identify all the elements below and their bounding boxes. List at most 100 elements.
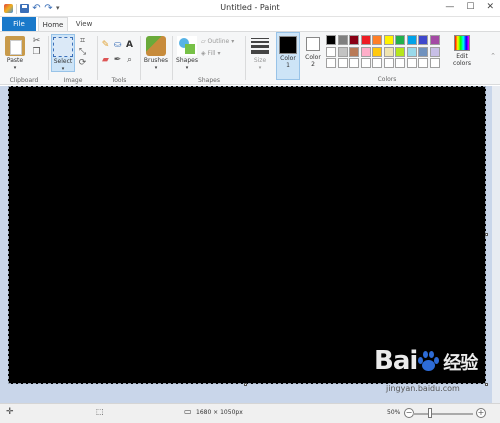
palette-swatch[interactable]	[429, 58, 440, 68]
shapes-group-label: Shapes	[198, 77, 220, 84]
palette-swatch[interactable]	[418, 35, 428, 45]
palette-swatch[interactable]	[418, 58, 428, 68]
color-2-label: Color	[305, 54, 321, 61]
palette-swatch[interactable]	[326, 35, 336, 45]
palette-swatch[interactable]	[395, 35, 405, 45]
palette-swatch[interactable]	[395, 58, 405, 68]
size-button[interactable]: Size ▾	[247, 34, 273, 71]
select-label: Select	[53, 58, 73, 65]
resize-handle-bottom[interactable]	[244, 383, 247, 386]
tab-file[interactable]: File	[2, 17, 36, 31]
workspace: Bai 经验 jingyan.baidu.com	[0, 86, 500, 403]
palette-swatch[interactable]	[383, 58, 394, 68]
image-group-label: Image	[63, 77, 83, 84]
maximize-button[interactable]: ☐	[466, 2, 474, 12]
palette-swatch[interactable]	[360, 58, 371, 68]
paste-label: Paste	[6, 57, 24, 64]
rotate-icon[interactable]: ⟳	[78, 59, 87, 68]
outline-button[interactable]: ▱ Outline ▾	[201, 38, 234, 45]
palette-swatch[interactable]	[429, 46, 440, 57]
outline-label: Outline	[207, 38, 230, 45]
window-controls: — ☐ ✕	[445, 2, 494, 12]
text-tool-icon[interactable]: A	[125, 41, 134, 50]
tab-view[interactable]: View	[70, 17, 98, 31]
shapes-label: Shapes	[176, 57, 198, 64]
color-2-number: 2	[311, 61, 315, 68]
ribbon: Paste ▾ ✂ ❐ Clipboard Select ▾ ⌗ ⤡ ⟳ Ima…	[0, 31, 500, 85]
tools-group-label: Tools	[111, 77, 127, 84]
palette-swatch[interactable]	[383, 46, 394, 57]
palette-swatch[interactable]	[337, 46, 348, 57]
fill-button[interactable]: ◈ Fill ▾	[201, 50, 221, 57]
palette-swatch[interactable]	[349, 46, 359, 57]
shapes-button[interactable]: Shapes ▾	[174, 34, 200, 71]
cursor-position-icon: ✛	[6, 407, 14, 417]
palette-swatch[interactable]	[383, 35, 394, 45]
palette-swatch[interactable]	[372, 58, 382, 68]
palette-swatch[interactable]	[349, 58, 359, 68]
paw-logo-icon	[416, 348, 440, 372]
chevron-down-icon: ▾	[231, 38, 235, 45]
palette-swatch[interactable]	[429, 35, 440, 45]
palette-swatch[interactable]	[406, 46, 417, 57]
image-dimensions: 1680 × 1050px	[196, 409, 243, 416]
pencil-icon[interactable]: ✎	[101, 41, 110, 50]
palette-swatch[interactable]	[337, 58, 348, 68]
title-bar: ↶ ↷ ▾ Untitled - Paint — ☐ ✕	[0, 0, 500, 17]
fill-bucket-icon[interactable]: ⛀	[113, 41, 122, 50]
chevron-down-icon: ▾	[258, 65, 262, 71]
fill-icon: ◈	[201, 50, 206, 57]
zoom-slider-thumb[interactable]	[428, 408, 432, 418]
color-2-button[interactable]: Color 2	[302, 32, 324, 80]
zoom-in-button[interactable]: +	[476, 408, 486, 418]
paste-button[interactable]: Paste ▾	[4, 34, 26, 71]
divider	[140, 36, 141, 80]
divider	[172, 36, 173, 80]
palette-swatch[interactable]	[372, 46, 382, 57]
brushes-button[interactable]: Brushes ▾	[142, 34, 170, 71]
status-bar: ✛ ⬚ ▭ 1680 × 1050px 50% − +	[0, 403, 500, 423]
resize-handle-right[interactable]	[485, 233, 488, 236]
divider	[245, 36, 246, 80]
edit-colors-button[interactable]: Edit colors	[450, 32, 474, 80]
ribbon-tabs: File Home View	[0, 17, 500, 31]
palette-swatch[interactable]	[337, 35, 348, 45]
window-title: Untitled - Paint	[220, 3, 280, 12]
crop-icon[interactable]: ⌗	[78, 37, 87, 46]
divider	[97, 36, 98, 80]
palette-swatch[interactable]	[418, 46, 428, 57]
edit-colors-label-2: colors	[453, 60, 471, 67]
drawing-canvas[interactable]	[8, 86, 488, 386]
palette-swatch[interactable]	[360, 35, 371, 45]
collapse-ribbon-icon[interactable]: ⌃	[490, 52, 496, 60]
clipboard-group: Paste ▾ ✂ ❐ Clipboard	[2, 34, 46, 84]
palette-swatch[interactable]	[406, 35, 417, 45]
color-1-button[interactable]: Color 1	[276, 32, 300, 80]
close-button[interactable]: ✕	[486, 2, 494, 12]
palette-swatch[interactable]	[372, 35, 382, 45]
palette-swatch[interactable]	[406, 58, 417, 68]
vertical-scrollbar[interactable]	[492, 86, 500, 403]
cut-icon[interactable]: ✂	[32, 37, 41, 46]
select-button[interactable]: Select ▾	[51, 34, 75, 72]
palette-swatch[interactable]	[326, 58, 336, 68]
color-palette	[326, 35, 440, 68]
magnifier-icon[interactable]: ⌕	[125, 56, 134, 65]
image-group: Select ▾ ⌗ ⤡ ⟳ Image	[50, 34, 96, 84]
color-1-label: Color	[280, 55, 296, 62]
eraser-icon[interactable]: ▰	[101, 56, 110, 65]
resize-icon[interactable]: ⤡	[78, 48, 87, 57]
brush-icon	[146, 36, 166, 56]
tab-home[interactable]: Home	[38, 17, 68, 31]
minimize-button[interactable]: —	[445, 2, 454, 12]
selection-size-icon: ⬚	[96, 407, 104, 416]
palette-swatch[interactable]	[326, 46, 336, 57]
color-picker-icon[interactable]: ✒	[113, 56, 122, 65]
palette-swatch[interactable]	[360, 46, 371, 57]
chevron-down-icon: ▾	[61, 66, 65, 72]
chevron-down-icon: ▾	[185, 65, 189, 71]
palette-swatch[interactable]	[349, 35, 359, 45]
copy-icon[interactable]: ❐	[32, 48, 41, 57]
palette-swatch[interactable]	[395, 46, 405, 57]
zoom-slider-track[interactable]	[413, 413, 473, 415]
